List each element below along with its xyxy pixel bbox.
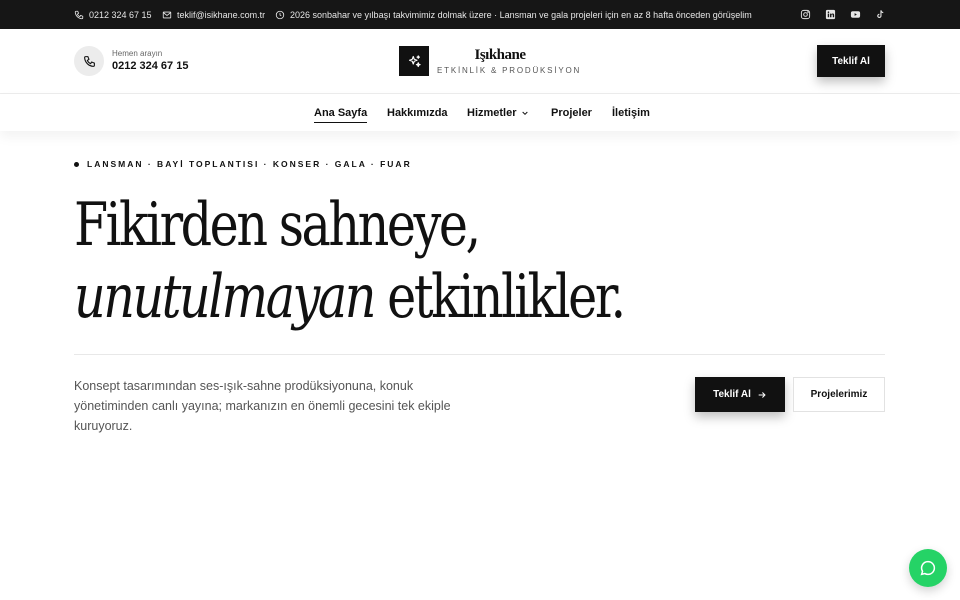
nav-item-services[interactable]: Hizmetler (467, 94, 529, 131)
mail-icon (162, 11, 172, 18)
nav-item-contact[interactable]: İletişim (612, 94, 650, 131)
nav-item-about[interactable]: Hakkımızda (387, 94, 448, 131)
hero-quote-button[interactable]: Teklif Al (695, 377, 785, 412)
social-links (800, 0, 886, 29)
topbar-email[interactable]: teklif@isikhane.com.tr (162, 0, 265, 29)
site-header: Hemen arayın 0212 324 67 15 Işıkhane ETK… (0, 29, 960, 94)
topbar-email-text: teklif@isikhane.com.tr (177, 9, 266, 20)
call-label: Hemen arayın (112, 49, 163, 58)
bullet-dot (74, 161, 79, 167)
brand-name[interactable]: Işıkhane (437, 47, 563, 64)
nav-item-home[interactable]: Ana Sayfa (314, 94, 368, 131)
hero-title-rest: etkinlikler. (374, 262, 626, 332)
chat-bubble-icon (920, 560, 936, 576)
chat-button[interactable] (909, 549, 947, 587)
linkedin-icon[interactable] (825, 9, 836, 20)
instagram-icon[interactable] (800, 9, 811, 20)
youtube-icon[interactable] (850, 9, 861, 20)
logo-mark[interactable] (399, 46, 429, 76)
brand-tagline: ETKİNLİK & PRODÜKSİYON (437, 66, 582, 75)
hero-title-line2: unutulmayan etkinlikler. (74, 262, 626, 332)
header-quote-button[interactable]: Teklif Al (817, 45, 885, 77)
hero-eyebrow-text: LANSMAN · BAYİ TOPLANTISI · KONSER · GAL… (87, 159, 412, 169)
top-bar: 0212 324 67 15 teklif@isikhane.com.tr 20… (0, 0, 960, 29)
topbar-phone-text: 0212 324 67 15 (89, 9, 152, 20)
nav-item-services-label: Hizmetler (467, 106, 517, 119)
tiktok-icon[interactable] (875, 9, 886, 20)
nav-item-projects[interactable]: Projeler (551, 94, 592, 131)
main-nav: Ana Sayfa Hakkımızda Hizmetler Projeler … (0, 94, 960, 131)
arrow-right-icon (758, 391, 766, 398)
clock-icon (275, 10, 285, 19)
hero-lead: Konsept tasarımından ses-ışık-sahne prod… (74, 379, 451, 433)
chevron-down-icon (521, 111, 528, 115)
announcement-text: 2026 sonbahar ve yılbaşı takvimimiz dolm… (290, 9, 752, 20)
hero-title-italic: unutulmayan (74, 262, 376, 332)
call-icon-button[interactable] (74, 46, 104, 76)
phone-icon (74, 10, 84, 19)
topbar-phone[interactable]: 0212 324 67 15 (74, 0, 152, 29)
hero-divider (74, 354, 885, 355)
hero-quote-label: Teklif Al (713, 389, 751, 400)
call-number[interactable]: 0212 324 67 15 (112, 60, 188, 72)
phone-icon (83, 55, 95, 67)
topbar-announcement: 2026 sonbahar ve yılbaşı takvimimiz dolm… (275, 0, 752, 29)
sparkles-icon (408, 54, 421, 67)
projects-button[interactable]: Projelerimiz (793, 377, 885, 412)
hero-eyebrow: LANSMAN · BAYİ TOPLANTISI · KONSER · GAL… (74, 159, 412, 169)
hero-title-line1: Fikirden sahneye, (74, 190, 481, 260)
